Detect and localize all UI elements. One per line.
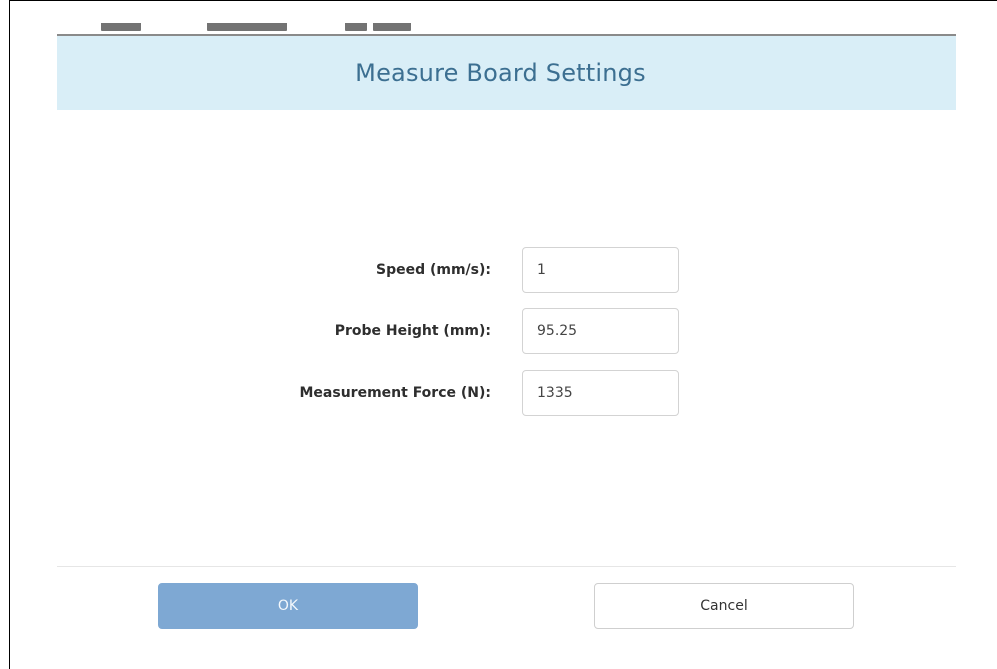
speed-label: Speed (mm/s): — [375, 262, 491, 278]
probe-height-input[interactable] — [522, 308, 679, 354]
cancel-button[interactable]: Cancel — [594, 583, 854, 629]
probe-height-label: Probe Height (mm): — [334, 323, 491, 339]
settings-dialog: Measure Board Settings Speed (mm/s): Pro… — [57, 34, 956, 666]
measurement-force-input[interactable] — [522, 370, 679, 416]
speed-row: Speed (mm/s): — [57, 247, 956, 293]
speed-input[interactable] — [522, 247, 679, 293]
dialog-title: Measure Board Settings — [355, 59, 646, 87]
probe-height-row: Probe Height (mm): — [57, 308, 956, 354]
footer-divider — [57, 566, 956, 567]
measurement-force-label: Measurement Force (N): — [299, 385, 492, 401]
background-window-fragment — [57, 23, 417, 34]
measurement-force-row: Measurement Force (N): — [57, 370, 956, 416]
dialog-header: Measure Board Settings — [57, 34, 956, 110]
ok-button[interactable]: OK — [158, 583, 418, 629]
